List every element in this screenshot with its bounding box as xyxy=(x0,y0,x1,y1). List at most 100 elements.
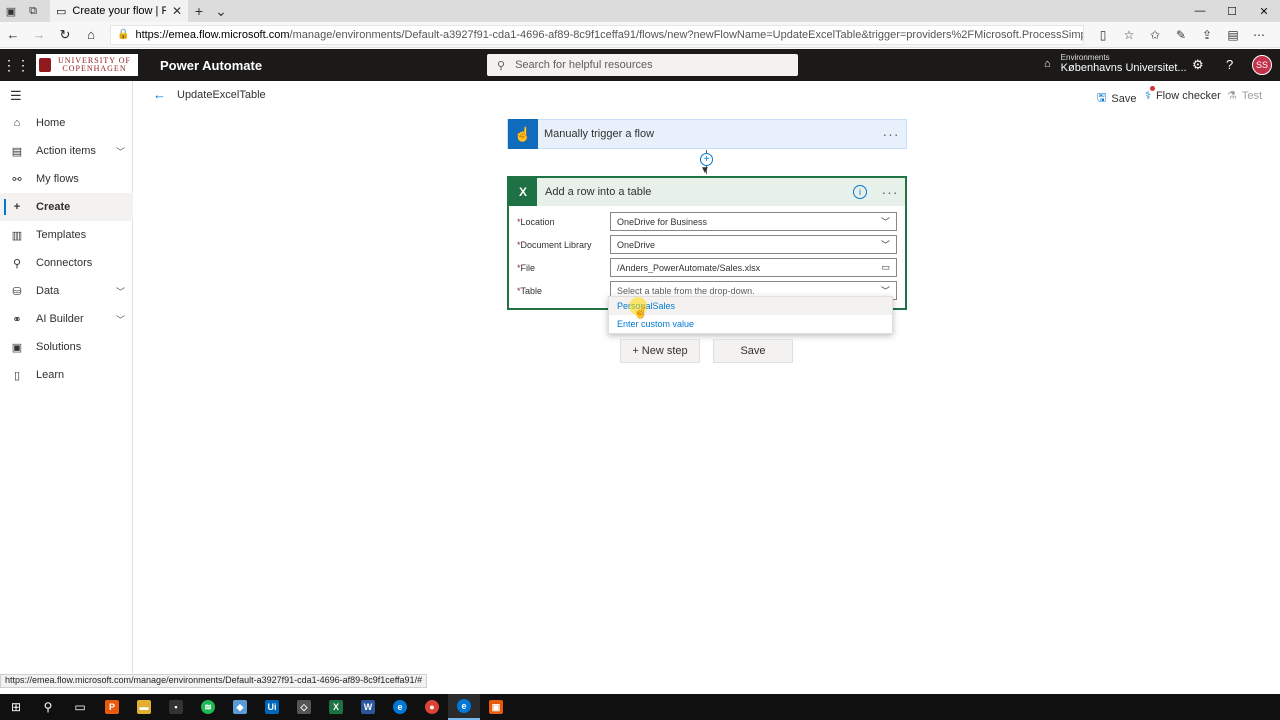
tabs-aside-icon[interactable]: ⧉ xyxy=(22,0,44,22)
pen-icon[interactable]: ✎ xyxy=(1168,28,1194,42)
sidebar-item-my-flows[interactable]: ⚯ My flows xyxy=(0,165,133,193)
chevron-down-icon[interactable]: ﹀ xyxy=(116,145,125,158)
dropdown-option-personalsales[interactable]: PersonalSales xyxy=(609,297,892,315)
app-orange-icon[interactable]: ▣ xyxy=(480,694,512,720)
settings-gear-icon[interactable]: ⚙ xyxy=(1192,57,1204,73)
tab-actions-icon[interactable]: ▣ xyxy=(0,0,22,22)
share-icon[interactable]: ⇪ xyxy=(1194,28,1220,42)
refresh-icon[interactable]: ↻ xyxy=(52,27,78,43)
flow-name[interactable]: UpdateExcelTable xyxy=(177,89,266,101)
spotify-icon[interactable]: ≋ xyxy=(192,694,224,720)
url-field[interactable]: 🔒 https://emea.flow.microsoft.com/manage… xyxy=(110,24,1084,45)
home-browser-icon[interactable]: ⌂ xyxy=(78,27,104,42)
browser-tab-bar: ▣ ⧉ ▭ Create your flow | Powe ✕ + ⌄ — ☐ … xyxy=(0,0,1280,22)
sidebar-item-templates[interactable]: ▥ Templates xyxy=(0,221,133,249)
app-name[interactable]: Power Automate xyxy=(160,58,262,73)
sidebar-item-home[interactable]: ⌂ Home xyxy=(0,109,133,137)
url-path: /manage/environments/Default-a3927f91-cd… xyxy=(289,28,1083,41)
sidebar-item-create[interactable]: + Create xyxy=(0,193,133,221)
more-icon[interactable]: ⋯ xyxy=(1246,28,1272,42)
sidebar-item-learn[interactable]: ▯ Learn xyxy=(0,361,133,389)
sidebar-item-label: Connectors xyxy=(36,257,93,269)
page-icon: ▭ xyxy=(56,5,67,18)
excel-icon[interactable]: X xyxy=(320,694,352,720)
chevron-down-icon[interactable]: ﹀ xyxy=(116,313,125,326)
database-icon: ⛁ xyxy=(12,285,22,298)
chrome-icon[interactable]: ● xyxy=(416,694,448,720)
app-blue-icon[interactable]: ◆ xyxy=(224,694,256,720)
search-icon[interactable]: ⚲ xyxy=(32,694,64,720)
browser-tab[interactable]: ▭ Create your flow | Powe ✕ xyxy=(50,0,188,22)
sidebar-item-data[interactable]: ⛁ Data ﹀ xyxy=(0,277,133,305)
uipath-icon[interactable]: Ui xyxy=(256,694,288,720)
more-options-icon[interactable]: ··· xyxy=(876,126,906,142)
extension-icon[interactable]: ▤ xyxy=(1220,28,1246,42)
dropdown-option-custom-value[interactable]: Enter custom value xyxy=(609,315,892,333)
minimize-icon[interactable]: — xyxy=(1184,0,1216,22)
sidebar-item-solutions[interactable]: ▣ Solutions xyxy=(0,333,133,361)
location-field-row: *Location OneDrive for Business ﹀ xyxy=(517,212,897,231)
info-icon[interactable]: i xyxy=(853,185,867,199)
favorite-star-icon[interactable]: ☆ xyxy=(1116,28,1142,42)
favorites-icon[interactable]: ✩ xyxy=(1142,28,1168,42)
file-field-row: *File /Anders_PowerAutomate/Sales.xlsx ▭ xyxy=(517,258,897,277)
help-icon[interactable]: ? xyxy=(1226,57,1233,72)
close-tab-icon[interactable]: ✕ xyxy=(172,4,182,18)
more-options-icon[interactable]: ··· xyxy=(875,184,905,200)
trigger-card[interactable]: ☝ Manually trigger a flow ··· xyxy=(507,119,907,149)
back-arrow-icon[interactable]: ← xyxy=(153,87,166,102)
search-input[interactable]: ⚲ Search for helpful resources xyxy=(487,54,798,76)
stethoscope-icon: ⚕ xyxy=(1145,86,1155,102)
table-placeholder: Select a table from the drop-down. xyxy=(617,285,755,296)
chevron-down-icon: ﹀ xyxy=(880,240,890,250)
file-explorer-icon[interactable]: ▬ xyxy=(128,694,160,720)
hamburger-menu-icon[interactable]: ☰ xyxy=(10,88,22,104)
new-tab-icon[interactable]: + xyxy=(188,3,210,19)
back-icon[interactable]: ← xyxy=(0,27,26,42)
new-step-button[interactable]: + New step xyxy=(620,339,700,363)
sidebar-item-action-items[interactable]: ▤ Action items ﹀ xyxy=(0,137,133,165)
tab-title: Create your flow | Powe xyxy=(72,5,166,17)
mouse-pointer-icon: ☝ xyxy=(633,305,648,319)
environment-picker[interactable]: ⌂ Environments Københavns Universitet... xyxy=(1044,53,1187,74)
forward-icon[interactable]: → xyxy=(26,27,52,42)
error-badge xyxy=(1150,86,1155,91)
word-icon[interactable]: W xyxy=(352,694,384,720)
reading-view-icon[interactable]: ▯ xyxy=(1090,28,1116,42)
touch-icon: ☝ xyxy=(508,119,538,149)
test-command[interactable]: ⚗ Test xyxy=(1227,89,1262,103)
sidebar-item-ai-builder[interactable]: ⚭ AI Builder ﹀ xyxy=(0,305,133,333)
app-grey-icon[interactable]: ◇ xyxy=(288,694,320,720)
location-select[interactable]: OneDrive for Business ﹀ xyxy=(610,212,897,231)
university-logo[interactable]: UNIVERSITY OF COPENHAGEN xyxy=(36,54,138,76)
sidebar-item-label: Solutions xyxy=(36,341,82,353)
avatar[interactable]: SS xyxy=(1252,55,1272,75)
app-launcher-icon[interactable]: ⋮⋮ xyxy=(0,49,32,81)
maximize-icon[interactable]: ☐ xyxy=(1216,0,1248,22)
app-black-icon[interactable]: ▪ xyxy=(160,694,192,720)
library-label: Document Library xyxy=(520,239,592,250)
edge-active-icon[interactable]: e xyxy=(448,694,480,720)
tab-list-chevron-icon[interactable]: ⌄ xyxy=(210,3,232,20)
save-command[interactable]: 🖫 Save xyxy=(1097,89,1136,108)
task-view-icon[interactable]: ▭ xyxy=(64,694,96,720)
sidebar-item-label: My flows xyxy=(36,173,79,185)
save-icon: 🖫 xyxy=(1097,92,1107,104)
folder-icon[interactable]: ▭ xyxy=(881,262,890,273)
chevron-down-icon[interactable]: ﹀ xyxy=(116,285,125,298)
flask-icon: ⚗ xyxy=(1227,90,1237,102)
trigger-title: Manually trigger a flow xyxy=(544,128,655,140)
flow-checker-command[interactable]: ⚕ Flow checker xyxy=(1145,86,1221,102)
close-window-icon[interactable]: ✕ xyxy=(1248,0,1280,22)
windows-start-icon[interactable]: ⊞ xyxy=(0,694,32,720)
sidebar-item-label: Templates xyxy=(36,229,87,241)
status-bar-url: https://emea.flow.microsoft.com/manage/e… xyxy=(0,674,428,688)
edge-icon[interactable]: e xyxy=(384,694,416,720)
save-button[interactable]: Save xyxy=(713,339,793,363)
app-orange-search-icon[interactable]: P xyxy=(96,694,128,720)
sidebar-item-connectors[interactable]: ⚲ Connectors xyxy=(0,249,133,277)
document-library-select[interactable]: OneDrive ﹀ xyxy=(610,235,897,254)
file-input[interactable]: /Anders_PowerAutomate/Sales.xlsx ▭ xyxy=(610,258,897,277)
library-field-row: *Document Library OneDrive ﹀ xyxy=(517,235,897,254)
action-header[interactable]: X Add a row into a table i ··· xyxy=(509,178,905,206)
